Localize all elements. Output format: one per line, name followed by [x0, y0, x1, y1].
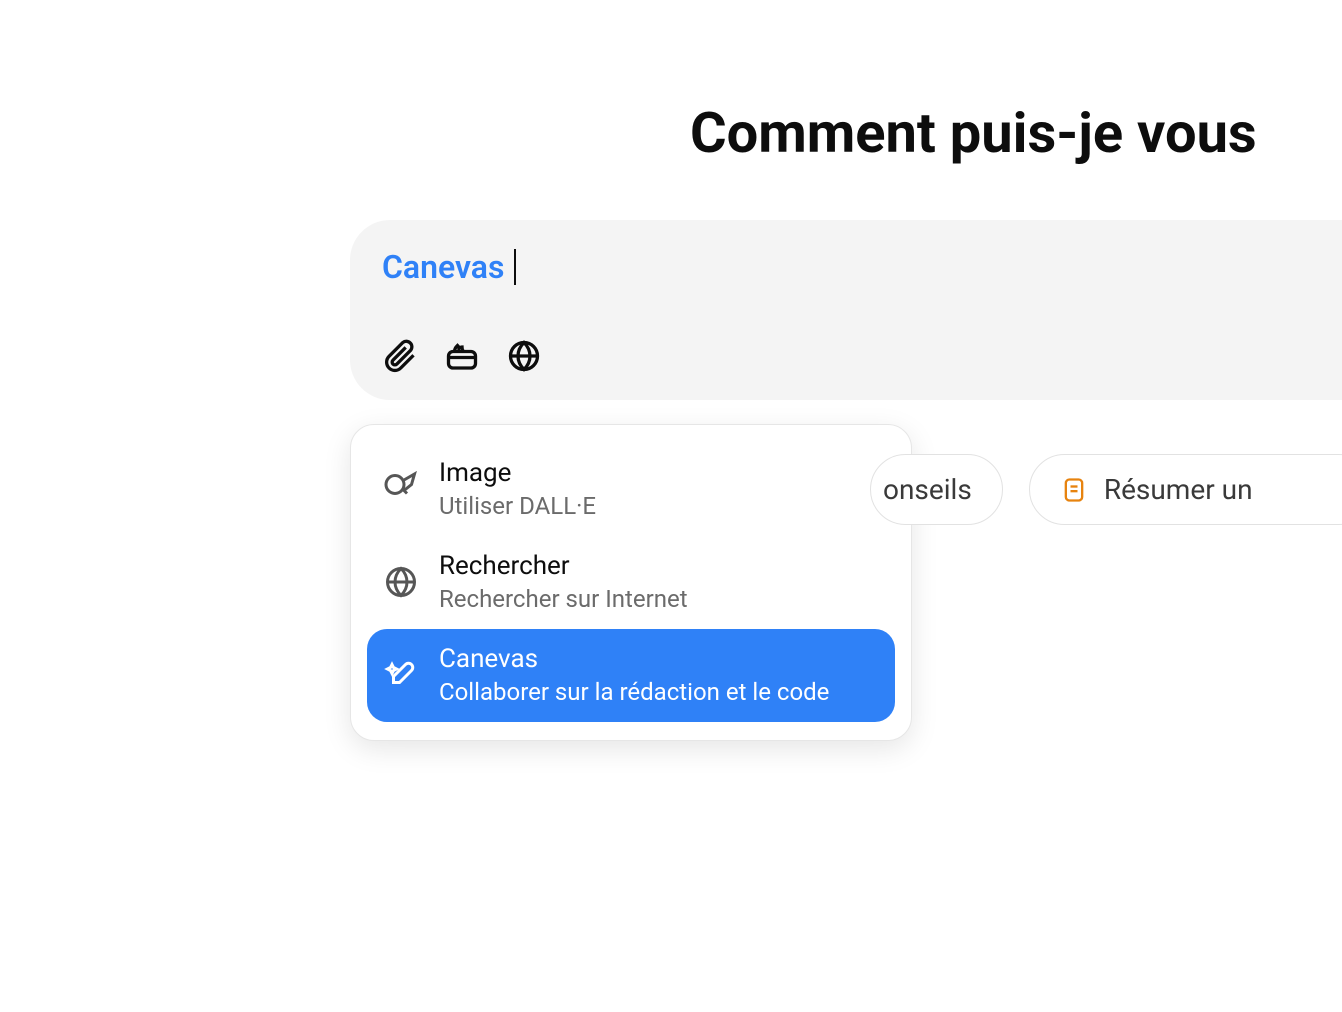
dropdown-item-subtitle: Utiliser DALL·E: [439, 491, 596, 522]
page-heading: Comment puis-je vous: [690, 100, 1257, 166]
suggestion-chip-summarize[interactable]: Résumer un: [1029, 454, 1342, 525]
dropdown-item-subtitle: Collaborer sur la rédaction et le code: [439, 677, 829, 708]
chip-label: Résumer un: [1104, 473, 1253, 506]
dropdown-item-canvas[interactable]: Canevas Collaborer sur la rédaction et l…: [367, 629, 895, 722]
suggestion-chip-advice[interactable]: onseils: [870, 454, 1003, 525]
document-icon: [1060, 476, 1088, 504]
dropdown-item-search[interactable]: Rechercher Rechercher sur Internet: [367, 536, 895, 629]
text-cursor: [514, 249, 516, 285]
tools-dropdown: Image Utiliser DALL·E Rechercher Recherc…: [350, 424, 912, 741]
attachment-icon[interactable]: [382, 338, 418, 374]
chat-input-container[interactable]: Canevas: [350, 220, 1342, 400]
toolbox-icon[interactable]: [444, 338, 480, 374]
brush-icon: [383, 471, 419, 507]
chip-label: Canevas: [382, 248, 504, 286]
dropdown-item-title: Image: [439, 457, 596, 491]
dropdown-item-image[interactable]: Image Utiliser DALL·E: [367, 443, 895, 536]
dropdown-item-subtitle: Rechercher sur Internet: [439, 584, 688, 615]
suggestion-chips-row: onseils Résumer un: [870, 454, 1342, 525]
dropdown-item-title: Rechercher: [439, 550, 688, 584]
globe-icon: [383, 564, 419, 600]
globe-icon[interactable]: [506, 338, 542, 374]
chip-label: onseils: [883, 473, 972, 506]
input-tool-chip[interactable]: Canevas: [382, 248, 516, 286]
dropdown-item-title: Canevas: [439, 643, 829, 677]
sparkle-pen-icon: [383, 657, 419, 693]
